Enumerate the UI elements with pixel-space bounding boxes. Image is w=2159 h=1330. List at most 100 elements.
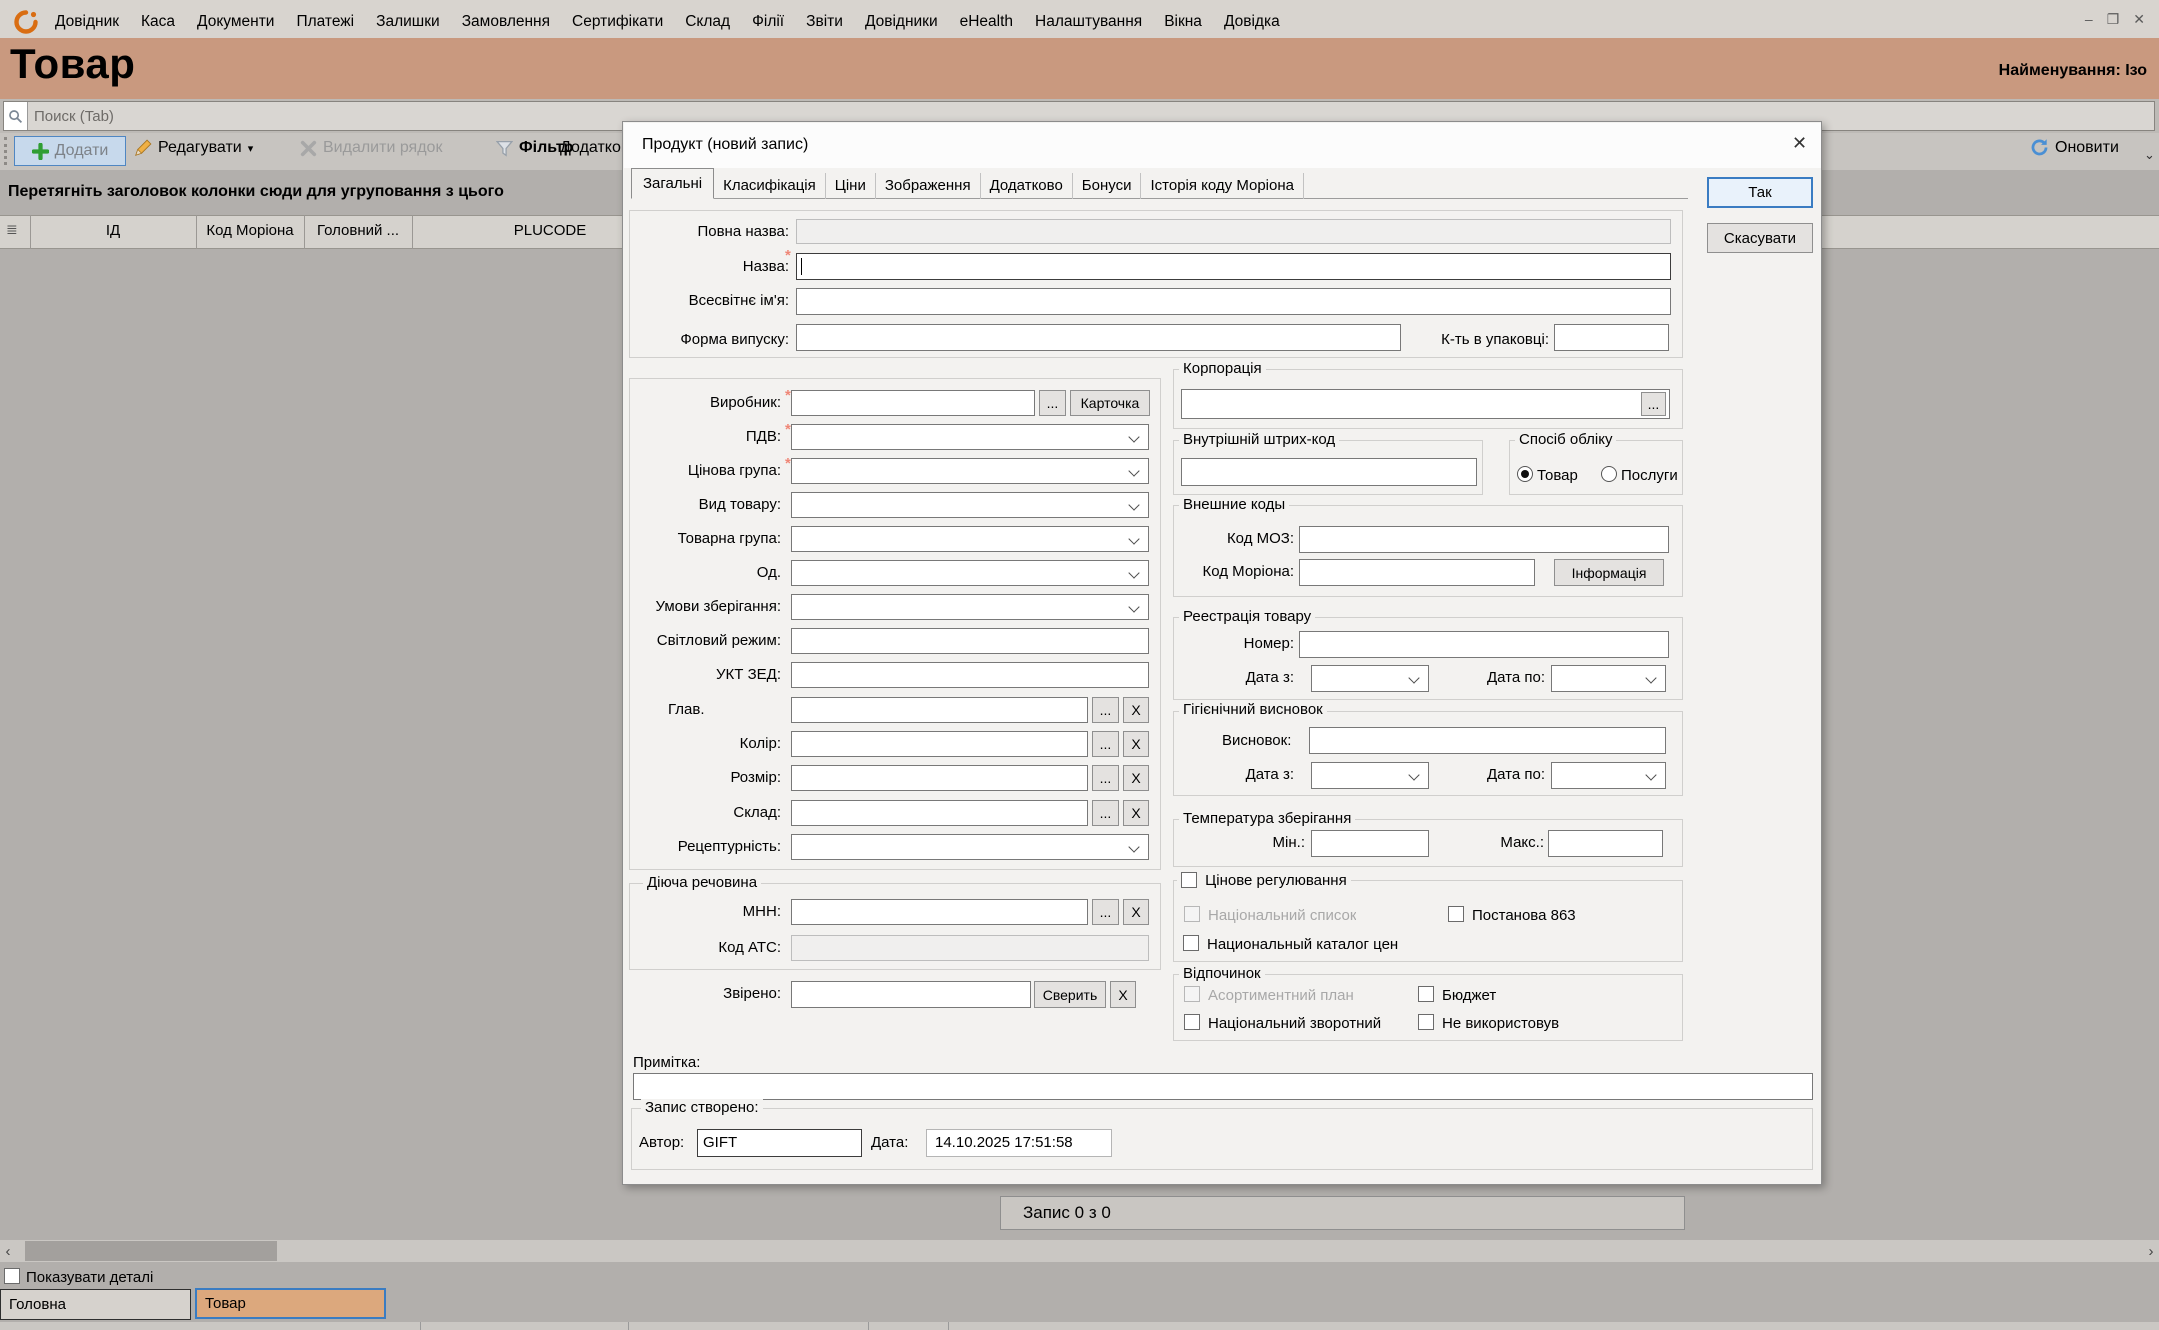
menu-dovidnyky[interactable]: Довідники bbox=[854, 13, 949, 31]
menu-ehealth[interactable]: eHealth bbox=[949, 13, 1024, 31]
mnn-clear-button[interactable]: X bbox=[1123, 899, 1149, 925]
light-mode-field[interactable] bbox=[791, 628, 1149, 654]
horizontal-scrollbar[interactable]: ‹ › bbox=[0, 1240, 2159, 1262]
temp-min-field[interactable] bbox=[1311, 830, 1429, 857]
verified-field[interactable] bbox=[791, 981, 1031, 1008]
product-kind-select[interactable] bbox=[791, 492, 1149, 518]
edit-button[interactable]: Редагувати ▾ bbox=[134, 139, 253, 157]
dialog-titlebar[interactable]: Продукт (новий запис) ✕ bbox=[624, 123, 1821, 168]
scroll-left-arrow[interactable]: ‹ bbox=[0, 1240, 16, 1262]
mnn-field[interactable] bbox=[791, 899, 1088, 925]
bottom-tab-home[interactable]: Головна bbox=[0, 1289, 191, 1320]
info-button[interactable]: Інформація bbox=[1554, 559, 1664, 586]
menu-nalashtuvannya[interactable]: Налаштування bbox=[1024, 13, 1153, 31]
tab-dodatkovo[interactable]: Додатково bbox=[981, 173, 1073, 199]
pack-qty-field[interactable] bbox=[1554, 324, 1669, 351]
menu-vikna[interactable]: Вікна bbox=[1153, 13, 1213, 31]
radio-tovar[interactable] bbox=[1517, 466, 1533, 482]
menu-zvity[interactable]: Звіти bbox=[795, 13, 854, 31]
glav-field[interactable] bbox=[791, 697, 1088, 723]
menu-sklad[interactable]: Склад bbox=[674, 13, 741, 31]
color-field[interactable] bbox=[791, 731, 1088, 757]
reg-date-to-select[interactable] bbox=[1551, 665, 1666, 692]
tab-klasyfikatsiya[interactable]: Класифікація bbox=[714, 173, 826, 199]
budget-checkbox[interactable] bbox=[1418, 986, 1434, 1002]
storage-conditions-select[interactable] bbox=[791, 594, 1149, 620]
add-button[interactable]: Додати bbox=[14, 136, 126, 166]
verified-clear-button[interactable]: X bbox=[1110, 981, 1136, 1008]
unit-select[interactable] bbox=[791, 560, 1149, 586]
vat-select[interactable] bbox=[791, 424, 1149, 450]
minimize-button[interactable]: – bbox=[2085, 11, 2093, 28]
mnn-picker-button[interactable]: ... bbox=[1092, 899, 1119, 925]
price-group-select[interactable] bbox=[791, 458, 1149, 484]
close-button[interactable]: ✕ bbox=[2133, 11, 2145, 28]
tab-tsiny[interactable]: Ціни bbox=[826, 173, 876, 199]
national-return-checkbox[interactable] bbox=[1184, 1014, 1200, 1030]
reg-date-from-select[interactable] bbox=[1311, 665, 1429, 692]
menu-dovidka[interactable]: Довідка bbox=[1213, 13, 1291, 31]
glav-clear-button[interactable]: X bbox=[1123, 697, 1149, 723]
release-form-field[interactable] bbox=[796, 324, 1401, 351]
color-clear-button[interactable]: X bbox=[1123, 731, 1149, 757]
moz-code-field[interactable] bbox=[1299, 526, 1669, 553]
menu-zalyshky[interactable]: Залишки bbox=[365, 13, 451, 31]
glav-picker-button[interactable]: ... bbox=[1092, 697, 1119, 723]
menu-dokumenty[interactable]: Документи bbox=[186, 13, 285, 31]
receipt-select[interactable] bbox=[791, 834, 1149, 860]
tab-istoriya[interactable]: Історія коду Моріона bbox=[1141, 173, 1304, 199]
sklad-field[interactable] bbox=[791, 800, 1088, 826]
name-field[interactable] bbox=[796, 253, 1671, 280]
conclusion-field[interactable] bbox=[1309, 727, 1666, 754]
morion-code-field[interactable] bbox=[1299, 559, 1535, 586]
menu-filii[interactable]: Філії bbox=[741, 13, 795, 31]
tab-zobrazhennya[interactable]: Зображення bbox=[876, 173, 981, 199]
menu-kasa[interactable]: Каса bbox=[130, 13, 186, 31]
verify-button[interactable]: Сверить bbox=[1034, 981, 1106, 1008]
column-header-morion[interactable]: Код Моріона bbox=[196, 222, 304, 239]
delete-row-button[interactable]: Видалити рядок bbox=[300, 139, 442, 157]
toolbar-overflow-chevron[interactable]: ⌄ bbox=[2144, 147, 2155, 163]
reg-number-field[interactable] bbox=[1299, 631, 1669, 658]
card-button[interactable]: Карточка bbox=[1070, 390, 1150, 416]
bottom-tab-tovar[interactable]: Товар bbox=[195, 1288, 386, 1319]
scrollbar-thumb[interactable] bbox=[25, 1241, 277, 1261]
corporation-field[interactable] bbox=[1181, 389, 1670, 419]
dialog-close-icon[interactable]: ✕ bbox=[1792, 133, 1807, 154]
world-name-field[interactable] bbox=[796, 288, 1671, 315]
post-863-checkbox[interactable] bbox=[1448, 906, 1464, 922]
sklad-picker-button[interactable]: ... bbox=[1092, 800, 1119, 826]
manufacturer-field[interactable] bbox=[791, 390, 1035, 416]
scroll-right-arrow[interactable]: › bbox=[2143, 1240, 2159, 1262]
note-field[interactable] bbox=[633, 1073, 1813, 1100]
show-details-checkbox[interactable] bbox=[4, 1268, 20, 1284]
size-field[interactable] bbox=[791, 765, 1088, 791]
size-picker-button[interactable]: ... bbox=[1092, 765, 1119, 791]
national-catalog-checkbox[interactable] bbox=[1183, 935, 1199, 951]
tab-bonusy[interactable]: Бонуси bbox=[1073, 173, 1142, 199]
menu-zamovlennya[interactable]: Замовлення bbox=[451, 13, 561, 31]
barcode-field[interactable] bbox=[1181, 458, 1477, 486]
author-field[interactable]: GIFT bbox=[697, 1129, 862, 1157]
hyg-date-from-select[interactable] bbox=[1311, 762, 1429, 789]
corporation-picker-button[interactable]: ... bbox=[1641, 392, 1666, 416]
column-header-golovnyi[interactable]: Головний ... bbox=[304, 222, 412, 239]
not-used-checkbox[interactable] bbox=[1418, 1014, 1434, 1030]
sklad-clear-button[interactable]: X bbox=[1123, 800, 1149, 826]
price-regulation-checkbox[interactable] bbox=[1181, 872, 1197, 888]
product-group-select[interactable] bbox=[791, 526, 1149, 552]
tab-zagalni[interactable]: Загальні bbox=[631, 168, 714, 199]
restore-button[interactable]: ❐ bbox=[2107, 11, 2120, 28]
menu-sertyfikaty[interactable]: Сертифікати bbox=[561, 13, 674, 31]
menu-dovidnyk[interactable]: Довідник bbox=[44, 13, 130, 31]
ukt-zed-field[interactable] bbox=[791, 662, 1149, 688]
ok-button[interactable]: Так bbox=[1707, 177, 1813, 208]
radio-poslugy[interactable] bbox=[1601, 466, 1617, 482]
menu-platezhi[interactable]: Платежі bbox=[285, 13, 365, 31]
color-picker-button[interactable]: ... bbox=[1092, 731, 1119, 757]
refresh-button[interactable]: Оновити bbox=[2030, 138, 2119, 157]
manufacturer-picker-button[interactable]: ... bbox=[1039, 390, 1066, 416]
hyg-date-to-select[interactable] bbox=[1551, 762, 1666, 789]
size-clear-button[interactable]: X bbox=[1123, 765, 1149, 791]
cancel-button[interactable]: Скасувати bbox=[1707, 223, 1813, 253]
